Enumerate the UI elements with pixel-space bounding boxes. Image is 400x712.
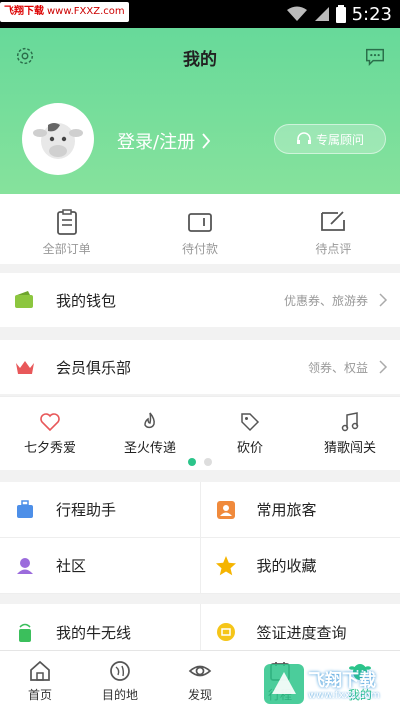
wifi-device-icon — [19, 623, 31, 642]
cell-label: 我的收藏 — [256, 557, 317, 575]
chat-icon[interactable] — [364, 45, 386, 67]
trip-assistant-button[interactable]: 行程助手 — [0, 482, 200, 537]
services-grid: 行程助手 常用旅客 社区 我的收藏 — [0, 482, 400, 594]
order-label: 全部订单 — [42, 242, 91, 256]
login-label: 登录/注册 — [117, 132, 196, 153]
cell-signal-icon — [314, 7, 329, 21]
wallet-icon — [15, 291, 33, 308]
home-icon — [30, 660, 50, 681]
club-subtitle: 领券、权益 — [307, 360, 368, 375]
chevron-right-icon — [202, 133, 211, 149]
wallet-label: 我的钱包 — [56, 291, 117, 310]
community-button[interactable]: 社区 — [0, 538, 200, 593]
traveler-icon — [216, 501, 235, 519]
pending-review-button[interactable]: 待点评 — [267, 194, 400, 264]
login-register-link[interactable]: 登录/注册 — [117, 128, 211, 154]
order-label: 待点评 — [315, 242, 352, 256]
visa-icon — [216, 623, 235, 641]
star-icon — [215, 556, 236, 576]
edit-comment-icon — [321, 211, 346, 231]
music-note-icon — [341, 412, 359, 432]
tab-label: 目的地 — [101, 688, 138, 702]
feature-bargain[interactable]: 砍价 — [200, 397, 300, 459]
feature-song-quiz[interactable]: 猜歌闯关 — [300, 397, 400, 459]
watermark-url: www.fxxz.com — [308, 690, 380, 701]
order-label: 待付款 — [181, 242, 218, 256]
tab-label: 首页 — [27, 688, 52, 702]
wallet-icon — [188, 213, 212, 232]
chevron-right-icon — [379, 360, 388, 374]
status-bar: 飞翔下载 www.FXXZ.com 5:23 — [0, 0, 400, 28]
site-watermark: 飞翔下载 www.fxxz.com — [264, 658, 394, 710]
cell-label: 签证进度查询 — [256, 623, 347, 642]
cell-label: 我的牛无线 — [56, 623, 132, 642]
crown-icon — [16, 361, 34, 374]
advisor-label: 专属顾问 — [315, 132, 364, 147]
clipboard-icon — [56, 209, 77, 235]
watermark-brand: 飞翔下载 — [4, 6, 44, 17]
feature-carousel: 七夕秀爱 圣火传递 砍价 猜歌闯关 — [0, 396, 400, 470]
feature-qixi[interactable]: 七夕秀爱 — [0, 397, 100, 459]
frequent-travelers-button[interactable]: 常用旅客 — [199, 482, 400, 537]
member-club-row[interactable]: 会员俱乐部 领券、权益 — [0, 340, 400, 394]
wallet-row[interactable]: 我的钱包 优惠券、旅游券 — [0, 273, 400, 327]
profile-header: 我的 登录/注册 专属顾问 — [0, 28, 400, 194]
favorites-button[interactable]: 我的收藏 — [199, 538, 400, 593]
advisor-button[interactable]: 专属顾问 — [274, 124, 386, 154]
tab-discover[interactable]: 发现 — [160, 651, 240, 712]
destination-icon — [110, 661, 130, 681]
feature-label: 砍价 — [236, 441, 263, 456]
tab-label: 发现 — [187, 688, 212, 702]
battery-icon — [335, 5, 346, 23]
clock: 5:23 — [351, 3, 392, 25]
club-label: 会员俱乐部 — [56, 358, 132, 377]
pager-dot[interactable] — [204, 458, 212, 466]
feature-label: 七夕秀爱 — [23, 441, 76, 456]
watermark-badge: 飞翔下载 www.FXXZ.com — [0, 2, 129, 22]
page-title: 我的 — [183, 50, 217, 70]
pager-dot-active[interactable] — [188, 458, 196, 466]
cell-label: 行程助手 — [56, 501, 117, 519]
cell-label: 常用旅客 — [256, 501, 317, 519]
cow-avatar-icon — [33, 123, 83, 159]
price-tag-icon — [241, 413, 260, 432]
chevron-right-icon — [379, 293, 388, 307]
avatar[interactable] — [22, 103, 94, 175]
heart-icon — [40, 413, 60, 432]
wifi-signal-icon — [286, 6, 307, 21]
watermark-url: www.FXXZ.com — [47, 6, 125, 17]
tab-destination[interactable]: 目的地 — [80, 651, 160, 712]
watermark-brand: 飞翔下载 — [308, 671, 376, 691]
pending-payment-button[interactable]: 待付款 — [133, 194, 266, 264]
eye-icon — [188, 665, 212, 677]
order-shortcuts: 全部订单 待付款 待点评 — [0, 194, 400, 264]
carousel-pager — [0, 458, 400, 466]
wallet-subtitle: 优惠券、旅游券 — [283, 293, 368, 308]
luggage-icon — [17, 500, 33, 518]
feature-torch[interactable]: 圣火传递 — [100, 397, 200, 459]
headset-icon — [296, 132, 311, 144]
fire-icon — [144, 412, 155, 429]
all-orders-button[interactable]: 全部订单 — [0, 194, 133, 264]
tab-home[interactable]: 首页 — [0, 651, 80, 712]
feature-label: 猜歌闯关 — [323, 441, 376, 456]
feature-label: 圣火传递 — [123, 441, 176, 456]
community-icon — [17, 558, 33, 574]
cell-label: 社区 — [56, 557, 87, 575]
